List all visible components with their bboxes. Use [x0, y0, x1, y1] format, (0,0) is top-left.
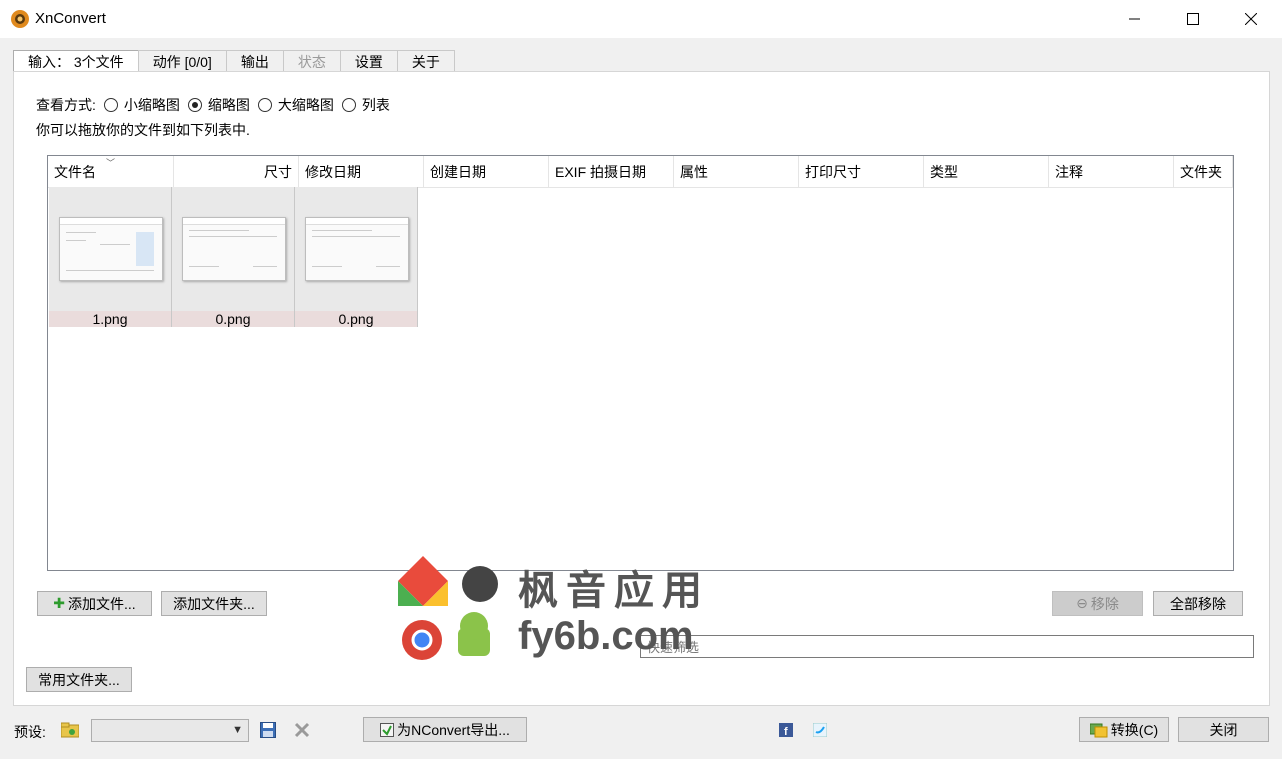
facebook-icon[interactable]: f [777, 721, 795, 739]
add-files-label: 添加文件... [68, 595, 136, 612]
remove-all-button[interactable]: 全部移除 [1153, 591, 1243, 616]
view-mode-label: 查看方式: [36, 97, 96, 113]
column-print-size[interactable]: 打印尺寸 [799, 156, 924, 187]
column-exif-date-label: EXIF 拍摄日期 [555, 163, 647, 180]
remove-button[interactable]: ⊖ 移除 [1052, 591, 1143, 616]
chevron-down-icon: ▼ [232, 724, 243, 736]
radio-label-small-thumbnails[interactable]: 小缩略图 [124, 95, 180, 115]
sort-arrow-icon: ﹀ [106, 158, 116, 168]
common-folders-button[interactable]: 常用文件夹... [26, 667, 132, 692]
close-window-button[interactable] [1222, 0, 1280, 38]
export-nconvert-label: 为NConvert导出... [397, 721, 510, 738]
column-header-row: ﹀ 文件名 尺寸 修改日期 创建日期 EXIF 拍摄日期 属性 打印尺寸 类型 … [48, 156, 1233, 188]
xnconvert-logo-icon [11, 10, 29, 28]
thumbnail-grid: 1.png 0.png 0.png [49, 187, 418, 327]
quick-filter-input[interactable] [640, 635, 1254, 658]
plus-icon: ✚ [53, 595, 66, 611]
twitter-icon[interactable] [811, 721, 829, 739]
convert-icon [1089, 723, 1108, 737]
save-preset-icon[interactable] [259, 721, 277, 739]
radio-small-thumbnails[interactable] [103, 98, 118, 112]
add-folder-button[interactable]: 添加文件夹... [161, 591, 267, 616]
column-comment-label: 注释 [1055, 163, 1083, 180]
file-thumbnail[interactable]: 0.png [172, 187, 295, 327]
file-thumbnail[interactable]: 0.png [295, 187, 418, 327]
column-attributes[interactable]: 属性 [674, 156, 799, 187]
thumbnail-image [59, 217, 163, 281]
column-created[interactable]: 创建日期 [424, 156, 549, 187]
export-nconvert-button[interactable]: 为NConvert导出... [363, 717, 527, 742]
tab-settings[interactable]: 设置 [339, 50, 398, 72]
column-exif-date[interactable]: EXIF 拍摄日期 [549, 156, 674, 187]
drag-drop-hint: 你可以拖放你的文件到如下列表中. [36, 122, 250, 138]
column-type-label: 类型 [930, 163, 958, 180]
radio-list[interactable] [341, 98, 356, 112]
file-name: 1.png [49, 311, 171, 327]
preset-label: 预设: [14, 724, 46, 740]
title-bar: XnConvert [0, 0, 1282, 38]
svg-text:f: f [784, 726, 788, 737]
column-folder-label: 文件夹 [1180, 163, 1222, 180]
main-tabs: 输入： 3个文件 动作 [0/0] 输出 状态 设置 关于 [13, 50, 455, 73]
file-name: 0.png [172, 311, 294, 327]
column-filename-label: 文件名 [54, 163, 96, 180]
minus-icon: ⊖ [1076, 595, 1088, 611]
window-title: XnConvert [35, 10, 106, 27]
close-icon [1245, 13, 1257, 25]
minimize-button[interactable] [1106, 0, 1164, 38]
thumbnail-image [182, 217, 286, 281]
export-icon [380, 722, 395, 737]
radio-thumbnails[interactable] [187, 98, 202, 112]
open-preset-folder-icon[interactable] [61, 721, 79, 739]
remove-label: 移除 [1090, 595, 1119, 612]
maximize-icon [1187, 13, 1199, 25]
column-folder[interactable]: 文件夹 [1174, 156, 1233, 187]
radio-label-list[interactable]: 列表 [362, 95, 390, 115]
tab-status[interactable]: 状态 [282, 50, 341, 72]
column-type[interactable]: 类型 [924, 156, 1049, 187]
minimize-icon [1129, 18, 1140, 20]
convert-label: 转换(C) [1110, 721, 1159, 738]
radio-large-thumbnails[interactable] [257, 98, 272, 112]
column-size[interactable]: 尺寸 [174, 156, 299, 187]
tab-actions[interactable]: 动作 [0/0] [137, 50, 227, 72]
radio-label-large-thumbnails[interactable]: 大缩略图 [278, 95, 334, 115]
add-files-button[interactable]: ✚ 添加文件... [37, 591, 152, 616]
close-button[interactable]: 关闭 [1178, 717, 1269, 742]
thumbnail-image [305, 217, 409, 281]
delete-preset-icon[interactable] [293, 721, 311, 739]
tab-about[interactable]: 关于 [396, 50, 455, 72]
tab-input[interactable]: 输入： 3个文件 [13, 50, 139, 73]
file-name: 0.png [295, 311, 417, 327]
file-list[interactable]: ﹀ 文件名 尺寸 修改日期 创建日期 EXIF 拍摄日期 属性 打印尺寸 类型 … [47, 155, 1234, 571]
column-modified-label: 修改日期 [305, 163, 361, 180]
column-print-size-label: 打印尺寸 [805, 163, 861, 180]
column-created-label: 创建日期 [430, 163, 486, 180]
column-modified[interactable]: 修改日期 [299, 156, 424, 187]
preset-select[interactable]: ▼ [91, 719, 249, 742]
maximize-button[interactable] [1164, 0, 1222, 38]
tab-output[interactable]: 输出 [225, 50, 284, 72]
column-filename[interactable]: ﹀ 文件名 [48, 156, 174, 187]
column-comment[interactable]: 注释 [1049, 156, 1174, 187]
radio-label-thumbnails[interactable]: 缩略图 [208, 95, 250, 115]
column-size-label: 尺寸 [264, 163, 292, 180]
column-attributes-label: 属性 [680, 163, 708, 180]
file-thumbnail[interactable]: 1.png [49, 187, 172, 327]
view-mode-group: 查看方式: 小缩略图 缩略图 大缩略图 列表 [36, 95, 390, 115]
convert-button[interactable]: 转换(C) [1079, 717, 1169, 742]
